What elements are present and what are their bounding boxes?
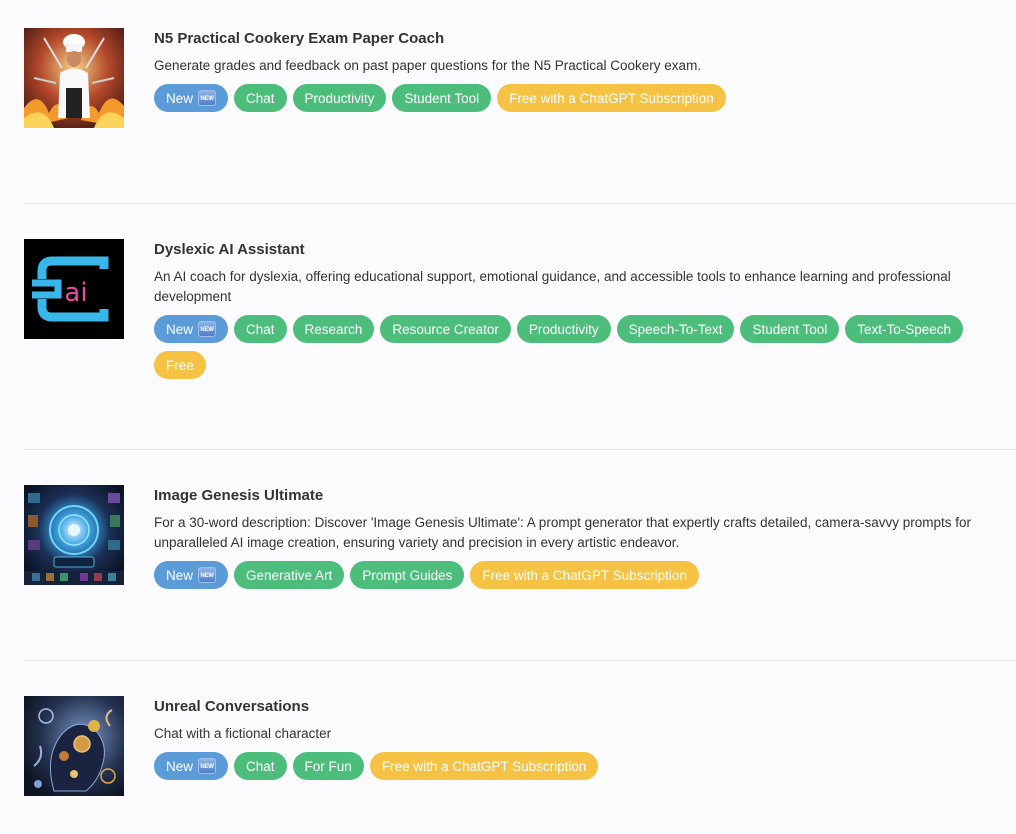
unreal-image [24,696,124,796]
tag-label: Chat [246,758,275,774]
tag-free-with-a-chatgpt-subscription[interactable]: Free with a ChatGPT Subscription [470,561,699,589]
tag-text-to-speech[interactable]: Text-To-Speech [845,315,964,343]
item-title[interactable]: Image Genesis Ultimate [154,485,994,507]
tag-free-with-a-chatgpt-subscription[interactable]: Free with a ChatGPT Subscription [497,84,726,112]
tag-generative-art[interactable]: Generative Art [234,561,345,589]
tag-label: Speech-To-Text [628,321,723,337]
tag-label: Prompt Guides [362,567,453,583]
tag-label: Free with a ChatGPT Subscription [509,90,714,106]
thumbnail-unreal-image[interactable] [24,696,124,796]
new-badge-icon: NEW [198,758,217,774]
tag-list: New NEW Chat For Fun Free with a ChatGPT Sub… [154,752,994,780]
tag-list: New NEW Chat Research Resource Creator Produc… [154,315,994,379]
tag-chat[interactable]: Chat [234,752,287,780]
tag-label: Free with a ChatGPT Subscription [381,758,587,774]
tag-prompt-guides[interactable]: Prompt Guides [350,561,465,589]
item-description: For a 30-word description: Discover 'Ima… [154,515,971,550]
tag-label: Generative Art [246,567,333,583]
item-body: Unreal Conversations Chat with a fiction… [154,696,994,780]
thumbnail-ai-logo[interactable]: ai [24,239,124,339]
tag-label: New [166,321,194,337]
tag-research[interactable]: Research [292,315,375,343]
tag-resource-creator[interactable]: Resource Creator [380,315,511,343]
tag-label: Chat [246,90,275,106]
tag-label: Resource Creator [392,321,499,337]
ai-logo-text: ai [64,278,87,308]
tag-new[interactable]: New NEW [154,561,229,589]
tag-new[interactable]: New NEW [154,752,229,780]
tag-for-fun[interactable]: For Fun [292,752,364,780]
tag-label: Productivity [528,321,599,337]
tag-list: New NEW Chat Productivity Student Tool Free w… [154,84,994,112]
new-badge-icon: NEW [198,90,217,106]
thumbnail-genesis-image[interactable] [24,485,124,585]
tag-label: New [166,758,194,774]
item-body: Image Genesis Ultimate For a 30-word des… [154,485,994,589]
genesis-image [24,485,124,585]
tag-new[interactable]: New NEW [154,315,229,343]
thumbnail-chef-image[interactable] [24,28,124,128]
tag-productivity[interactable]: Productivity [292,84,387,112]
chef-image [24,28,124,128]
tag-label: New [166,90,194,106]
item-title[interactable]: Dyslexic AI Assistant [154,239,994,261]
tag-new[interactable]: New NEW [154,84,229,112]
item-title[interactable]: N5 Practical Cookery Exam Paper Coach [154,28,994,50]
tag-list: New NEW Generative Art Prompt Guides Free wi… [154,561,994,589]
tag-label: New [166,567,194,583]
ai-logo-image: ai [24,239,124,339]
item-body: Dyslexic AI Assistant An AI coach for dy… [154,239,994,379]
tag-chat[interactable]: Chat [234,84,287,112]
item-title[interactable]: Unreal Conversations [154,696,994,718]
tag-label: Chat [246,321,275,337]
tag-label: Free with a ChatGPT Subscription [482,567,687,583]
tag-free-with-a-chatgpt-subscription[interactable]: Free with a ChatGPT Subscription [369,752,599,780]
divider [24,449,1016,450]
tag-label: Student Tool [404,90,480,106]
new-badge-icon: NEW [198,321,217,337]
tag-label: Student Tool [752,321,828,337]
tag-productivity[interactable]: Productivity [516,315,611,343]
item-body: N5 Practical Cookery Exam Paper Coach Ge… [154,28,994,112]
item-description: An AI coach for dyslexia, offering educa… [154,269,951,304]
tag-label: Text-To-Speech [857,321,952,337]
tag-label: Research [304,321,363,337]
tag-student-tool[interactable]: Student Tool [740,315,840,343]
gpt-list: N5 Practical Cookery Exam Paper Coach Ge… [0,0,1016,834]
tag-chat[interactable]: Chat [234,315,287,343]
new-badge-icon: NEW [198,567,217,583]
divider [24,660,1016,661]
tag-free[interactable]: Free [154,351,206,379]
item-description: Generate grades and feedback on past pap… [154,58,702,73]
divider [24,203,1016,204]
item-description: Chat with a fictional character [154,726,332,741]
tag-label: For Fun [304,758,352,774]
tag-label: Free [166,357,194,373]
tag-label: Productivity [304,90,375,106]
tag-speech-to-text[interactable]: Speech-To-Text [616,315,735,343]
tag-student-tool[interactable]: Student Tool [392,84,492,112]
